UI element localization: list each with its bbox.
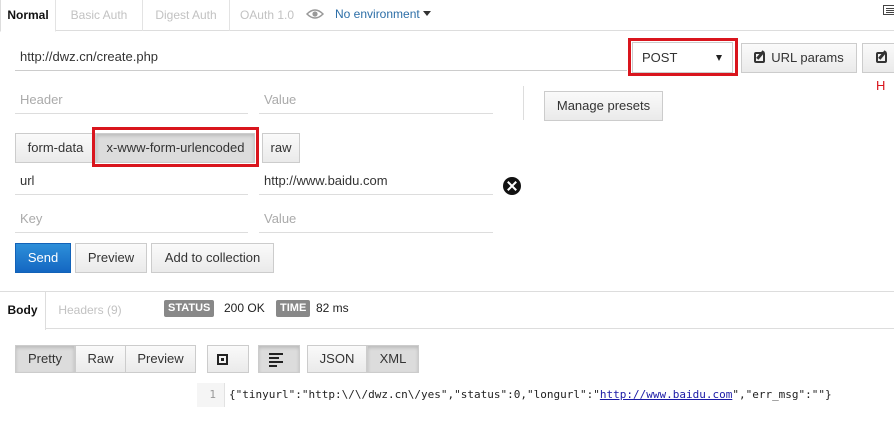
environment-label: No environment <box>335 7 420 21</box>
chevron-down-icon <box>422 11 431 16</box>
manage-presets-button[interactable]: Manage presets <box>544 91 663 121</box>
time-value: 82 ms <box>316 301 349 315</box>
url-params-button[interactable]: URL params <box>741 43 857 73</box>
list-icon[interactable] <box>883 5 894 15</box>
urlencoded-button[interactable]: x-www-form-urlencoded <box>96 133 255 163</box>
view-raw-button[interactable]: Raw <box>75 345 126 373</box>
view-pretty-button[interactable]: Pretty <box>15 345 75 373</box>
send-button[interactable]: Send <box>15 243 71 273</box>
remove-icon[interactable] <box>503 177 521 195</box>
param-value-input[interactable] <box>259 167 493 195</box>
divider <box>523 86 524 120</box>
url-input[interactable] <box>15 43 627 71</box>
header-key-input[interactable] <box>15 86 248 114</box>
longurl-link[interactable]: http://www.baidu.com <box>600 388 732 401</box>
wrap-lines-button[interactable] <box>258 345 300 373</box>
url-params-label: URL params <box>771 50 844 65</box>
new-key-input[interactable] <box>15 205 248 233</box>
tab-digest-auth[interactable]: Digest Auth <box>143 0 230 31</box>
environment-select[interactable]: No environment <box>335 7 431 21</box>
format-xml-button[interactable]: XML <box>367 345 419 373</box>
fullscreen-button[interactable] <box>207 345 249 373</box>
method-select[interactable]: POST <box>632 42 733 73</box>
new-value-input[interactable] <box>259 205 493 233</box>
tab-basic-auth[interactable]: Basic Auth <box>56 0 143 31</box>
raw-button[interactable]: raw <box>262 133 300 163</box>
expand-icon <box>217 354 228 365</box>
caret-down-icon <box>716 55 722 61</box>
view-preview-button[interactable]: Preview <box>125 345 196 373</box>
status-value: 200 OK <box>224 301 265 315</box>
headers-button[interactable]: H <box>862 43 894 93</box>
format-json-button[interactable]: JSON <box>307 345 367 373</box>
time-badge: TIME <box>276 300 311 317</box>
wrap-lines-icon <box>269 353 283 367</box>
param-key-input[interactable] <box>15 167 248 195</box>
tab-oauth[interactable]: OAuth 1.0 <box>230 0 304 31</box>
line-number: 1 <box>197 383 225 407</box>
edit-icon <box>754 52 766 63</box>
add-to-collection-button[interactable]: Add to collection <box>151 243 274 273</box>
status-badge: STATUS <box>164 300 215 317</box>
code-segment: ","err_msg":""} <box>732 388 832 401</box>
code-segment: {"tinyurl":"http:\/\/dwz.cn\/yes","statu… <box>229 388 600 401</box>
form-data-button[interactable]: form-data <box>15 133 96 163</box>
headers-button-label: H <box>876 78 886 93</box>
header-value-input[interactable] <box>259 86 493 114</box>
response-tab-bar <box>0 291 894 329</box>
tab-normal[interactable]: Normal <box>0 0 56 32</box>
tab-headers[interactable]: Headers (9) <box>46 292 134 329</box>
response-code-line: {"tinyurl":"http:\/\/dwz.cn\/yes","statu… <box>229 383 832 407</box>
tab-body[interactable]: Body <box>0 292 46 330</box>
edit-icon <box>876 52 887 63</box>
eye-icon[interactable] <box>306 8 324 20</box>
preview-button[interactable]: Preview <box>75 243 147 273</box>
method-value: POST <box>642 50 678 65</box>
